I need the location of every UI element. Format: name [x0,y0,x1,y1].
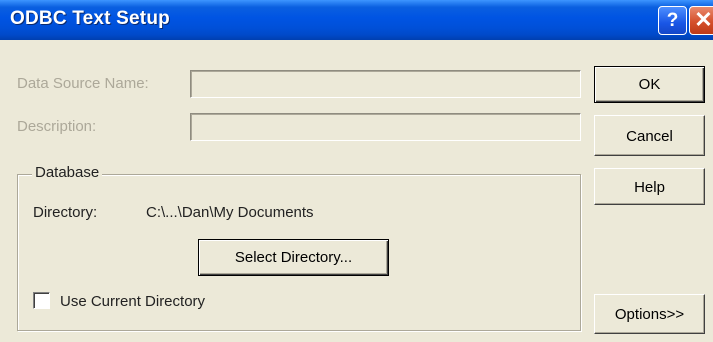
options-button[interactable]: Options>> [594,294,705,334]
help-button[interactable]: Help [594,168,705,205]
ok-button-label: OK [638,76,661,93]
use-current-directory-checkbox[interactable] [33,292,50,309]
cancel-button-label: Cancel [626,128,673,145]
help-button-label: Help [634,179,665,196]
description-label: Description: [17,118,97,135]
select-directory-button-label: Select Directory... [234,249,353,266]
options-button-label: Options>> [614,306,685,323]
data-source-name-label: Data Source Name: [17,75,149,92]
ok-button[interactable]: OK [594,66,705,103]
cancel-button[interactable]: Cancel [594,115,705,156]
title-bar[interactable]: ODBC Text Setup ? ✕ [0,0,713,40]
data-source-name-field[interactable] [190,70,581,98]
directory-label: Directory: [33,204,98,221]
directory-value: C:\...\Dan\My Documents [146,204,314,221]
use-current-directory-label[interactable]: Use Current Directory [60,293,205,310]
help-icon[interactable]: ? [658,6,687,35]
description-field[interactable] [190,113,581,141]
close-icon[interactable]: ✕ [689,6,713,35]
window-title: ODBC Text Setup [10,8,170,29]
select-directory-button[interactable]: Select Directory... [198,239,389,276]
odbc-text-setup-dialog: ODBC Text Setup ? ✕ Data Source Name: De… [0,0,713,342]
database-group-title: Database [32,164,103,181]
